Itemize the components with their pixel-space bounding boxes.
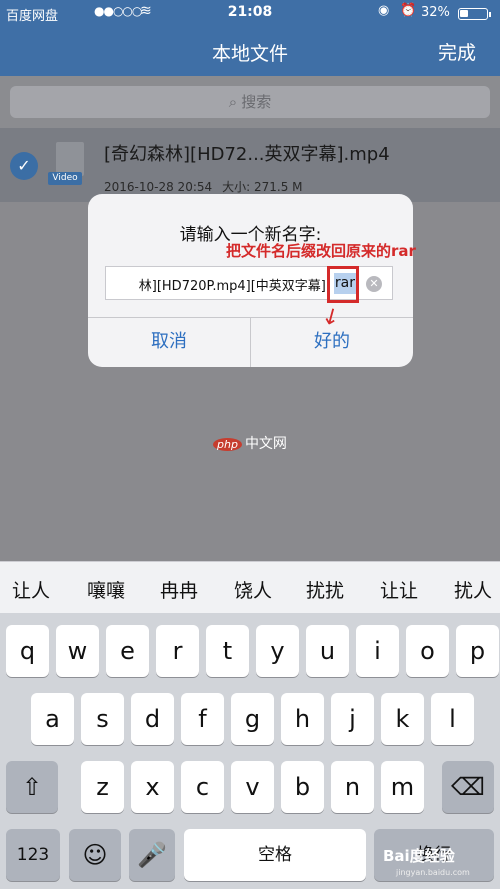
key-z[interactable]: z — [81, 761, 124, 813]
key-i[interactable]: i — [356, 625, 399, 677]
delete-key[interactable]: ⌫ — [442, 761, 494, 813]
cancel-button[interactable]: 取消 — [88, 317, 250, 367]
key-b[interactable]: b — [281, 761, 324, 813]
navigation-bar: 本地文件 完成 — [0, 26, 500, 76]
key-a[interactable]: a — [31, 693, 74, 745]
key-w[interactable]: w — [56, 625, 99, 677]
key-n[interactable]: n — [331, 761, 374, 813]
candidate-item[interactable]: 让让 — [380, 576, 418, 603]
watermark-text: 中文网 — [244, 436, 287, 452]
key-c[interactable]: c — [181, 761, 224, 813]
key-r[interactable]: r — [156, 625, 199, 677]
key-k[interactable]: k — [381, 693, 424, 745]
candidate-item[interactable]: 嚷嚷 — [87, 576, 125, 603]
file-name: [奇幻森林][HD72...英双字幕].mp4 — [104, 144, 390, 165]
rotation-lock-icon: ◉ — [378, 3, 390, 18]
file-meta: 2016-10-28 20:54 大小: 271.5 M — [104, 178, 303, 195]
status-bar: 百度网盘 ●●○○○ ≋ 21:08 ◉ ⏰ 32% — [0, 0, 500, 26]
file-date: 2016-10-28 20:54 — [104, 180, 213, 194]
key-m[interactable]: m — [381, 761, 424, 813]
search-placeholder: 搜索 — [241, 93, 272, 111]
file-row[interactable]: ✓ Video [奇幻森林][HD72...英双字幕].mp4 2016-10-… — [0, 128, 500, 202]
search-input[interactable]: ⌕ 搜索 — [10, 86, 490, 118]
annotation-highlight-box — [327, 266, 359, 303]
candidate-item[interactable]: 让人 — [12, 576, 50, 603]
checkmark-icon[interactable]: ✓ — [10, 152, 38, 180]
file-page-shape — [56, 142, 84, 176]
emoji-key[interactable]: ☺ — [69, 829, 121, 881]
key-s[interactable]: s — [81, 693, 124, 745]
key-g[interactable]: g — [231, 693, 274, 745]
rename-input-text: 林][HD720P.mp4][中英双字幕]. — [138, 279, 330, 294]
key-x[interactable]: x — [131, 761, 174, 813]
site-watermark: php 中文网 — [213, 433, 287, 453]
candidate-item[interactable]: 冉冉 — [160, 576, 198, 603]
rename-dialog: 请输入一个新名字: 林][HD720P.mp4][中英双字幕]. rar ✕ 取… — [88, 194, 413, 367]
candidate-item[interactable]: 扰人 — [454, 576, 492, 603]
key-v[interactable]: v — [231, 761, 274, 813]
video-badge: Video — [48, 172, 82, 185]
search-icon: ⌕ — [228, 93, 238, 111]
key-y[interactable]: y — [256, 625, 299, 677]
key-j[interactable]: j — [331, 693, 374, 745]
key-l[interactable]: l — [431, 693, 474, 745]
baidu-watermark: Bai度经验 — [383, 847, 455, 865]
space-key[interactable]: 空格 — [184, 829, 366, 881]
clear-input-icon[interactable]: ✕ — [366, 276, 382, 292]
candidate-bar: 让人 嚷嚷 冉冉 饶人 扰扰 让让 扰人 — [0, 561, 500, 613]
shift-key[interactable]: ⇧ — [6, 761, 58, 813]
battery-percentage: 32% — [421, 5, 450, 20]
battery-icon — [458, 8, 491, 20]
key-u[interactable]: u — [306, 625, 349, 677]
alarm-icon: ⏰ — [400, 3, 417, 18]
key-p[interactable]: p — [456, 625, 499, 677]
battery-fill — [460, 10, 468, 17]
candidate-item[interactable]: 饶人 — [234, 576, 272, 603]
file-size: 大小: 271.5 M — [222, 180, 303, 194]
key-f[interactable]: f — [181, 693, 224, 745]
key-e[interactable]: e — [106, 625, 149, 677]
php-logo: php — [213, 438, 242, 451]
key-t[interactable]: t — [206, 625, 249, 677]
video-file-icon: Video — [48, 142, 84, 185]
key-o[interactable]: o — [406, 625, 449, 677]
key-q[interactable]: q — [6, 625, 49, 677]
annotation-text: 把文件名后缀改回原来的rar — [226, 242, 416, 260]
microphone-key[interactable]: 🎤 — [129, 829, 175, 881]
search-area: ⌕ 搜索 — [0, 76, 500, 128]
page-title: 本地文件 — [211, 43, 288, 65]
key-h[interactable]: h — [281, 693, 324, 745]
numbers-key[interactable]: 123 — [6, 829, 60, 881]
candidate-item[interactable]: 扰扰 — [306, 576, 344, 603]
baidu-watermark-url: jingyan.baidu.com — [396, 868, 470, 877]
done-button[interactable]: 完成 — [438, 38, 476, 65]
key-d[interactable]: d — [131, 693, 174, 745]
